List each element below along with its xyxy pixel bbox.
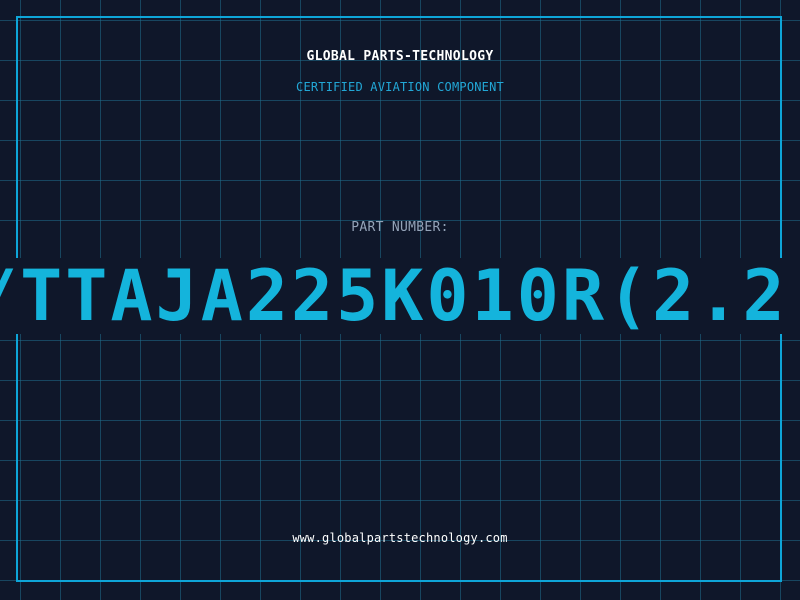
website-url: www.globalpartstechnology.com xyxy=(292,531,508,545)
part-number-value: /TTAJA225K010R(2.2 xyxy=(0,258,788,334)
certification-tagline: CERTIFIED AVIATION COMPONENT xyxy=(296,80,504,94)
part-number-label: PART NUMBER: xyxy=(351,220,449,235)
part-number-band: /TTAJA225K010R(2.2 xyxy=(0,258,800,334)
company-name: GLOBAL PARTS-TECHNOLOGY xyxy=(306,49,494,64)
